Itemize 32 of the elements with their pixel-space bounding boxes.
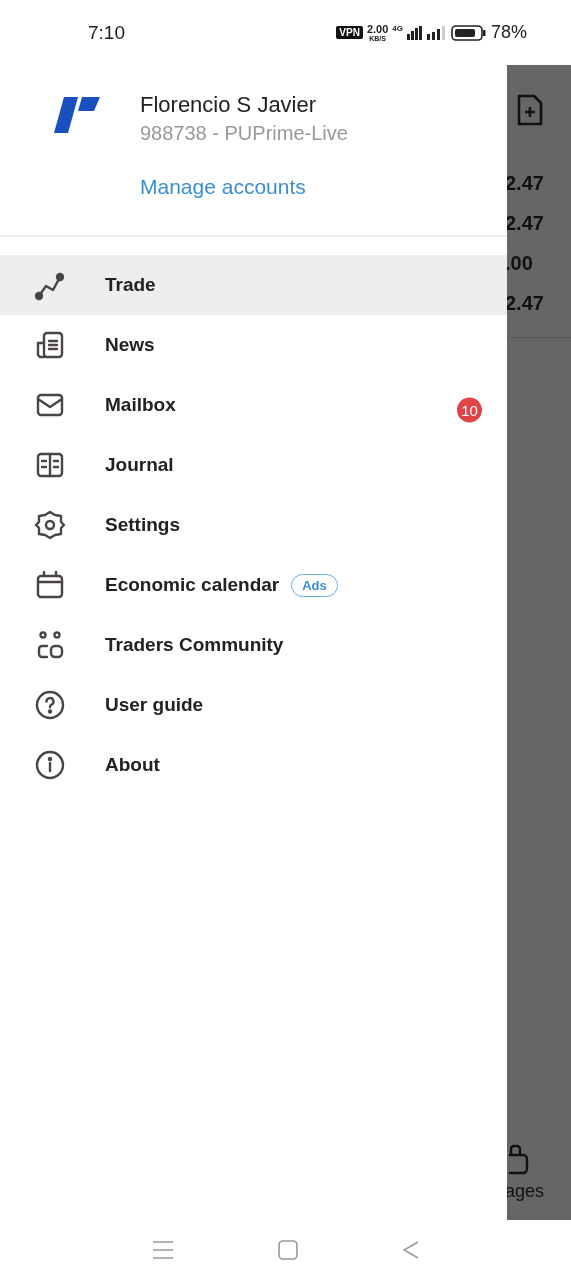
menu-item[interactable]: User guide [0,675,507,735]
calendar-icon [34,569,66,601]
info-icon [34,749,66,781]
signal-icon [406,25,423,40]
menu-item[interactable]: Journal [0,435,507,495]
menu-item[interactable]: Settings [0,495,507,555]
menu-item[interactable]: Trade [0,255,507,315]
unread-count-badge: 10 [457,397,482,423]
account-id: 988738 - PUPrime-Live [140,121,348,146]
home-icon[interactable] [278,1240,299,1260]
menu-item[interactable]: Economic calendar Ads [0,555,507,615]
settings-icon [34,509,66,541]
back-icon[interactable] [402,1240,419,1260]
newspaper-icon [34,329,66,361]
file-plus-icon [516,93,544,127]
battery-icon [450,24,487,41]
network-type: 4G [392,24,403,33]
account-name: Florencio S Javier [140,91,317,119]
help-icon [34,689,66,721]
status-time: 7:10 [88,21,125,44]
menu-item[interactable]: Mailbox 10 [0,375,507,435]
signal-icon [426,25,447,40]
vpn-badge: VPN [336,26,363,39]
logo-icon [54,95,100,135]
battery-level: 78% [490,22,527,43]
menu-icon[interactable] [152,1240,175,1260]
balance-value: .00 [507,251,533,276]
menu-item[interactable]: News [0,315,507,375]
speed-value: 2.00 [366,23,389,35]
menu-item[interactable]: About [0,735,507,795]
menu-item[interactable]: Traders Community [0,615,507,675]
manage-accounts-link[interactable]: Manage accounts [140,173,306,201]
